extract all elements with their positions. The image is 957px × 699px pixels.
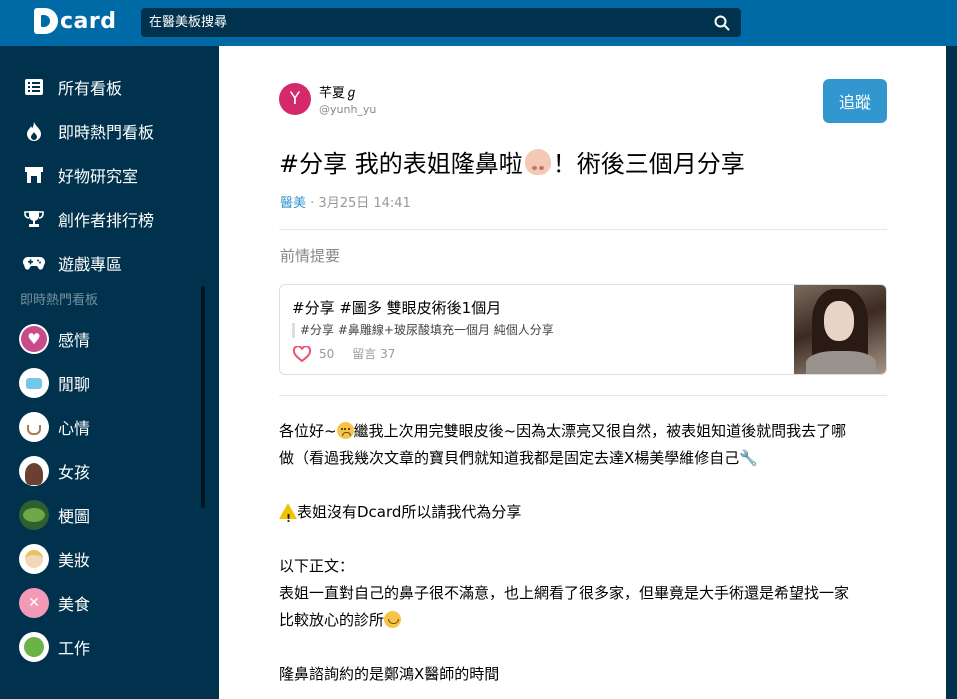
search-icon bbox=[714, 15, 730, 30]
nav-all-boards[interactable]: 所有看板 bbox=[0, 65, 219, 109]
page-background-strip bbox=[946, 46, 957, 699]
dcard-logo-mark bbox=[34, 8, 58, 34]
post-container: Y 芊夏ℊ @yunh_yu 追蹤 #分享 我的表姐隆鼻啦 ！術後三個月分享 醫… bbox=[219, 46, 946, 699]
board-label: 女孩 bbox=[58, 463, 91, 482]
warning-emoji-icon bbox=[279, 503, 297, 532]
author-info[interactable]: Y 芊夏ℊ @yunh_yu bbox=[279, 82, 376, 116]
linked-post-excerpt: #分享 #鼻雕線+玻尿酸填充一個月 純個人分享 bbox=[292, 323, 554, 338]
divider bbox=[279, 395, 887, 396]
author-handle: @yunh_yu bbox=[319, 103, 377, 116]
previous-post-label: 前情提要 bbox=[280, 247, 341, 265]
search-input[interactable] bbox=[141, 8, 703, 37]
body-line: 做（看過我幾次文章的寶貝們就知道我都是固定去達X楊美學維修自己🔧 bbox=[279, 445, 891, 472]
board-item[interactable]: 美妝 bbox=[0, 537, 219, 581]
board-label: 梗圖 bbox=[58, 507, 91, 526]
board-label: 感情 bbox=[58, 331, 91, 350]
sidebar-scrollbar[interactable] bbox=[201, 286, 205, 508]
board-item[interactable]: 工作 bbox=[0, 625, 219, 669]
post-body: 各位好~ 繼我上次用完雙眼皮後~因為太漂亮又很自然，被表姐知道後就問我去了哪 做（… bbox=[279, 418, 891, 688]
board-item[interactable]: 梗圖 bbox=[0, 493, 219, 537]
nav-games[interactable]: 遊戲專區 bbox=[0, 241, 219, 285]
nav-label: 所有看板 bbox=[58, 79, 123, 98]
board-item[interactable]: ✕ 美食 bbox=[0, 581, 219, 625]
board-avatar-icon: ✕ bbox=[19, 588, 49, 618]
body-line: 隆鼻諮詢約的是鄭鴻X醫師的時間 bbox=[279, 665, 500, 683]
body-line: 各位好~ 繼我上次用完雙眼皮後~因為太漂亮又很自然，被表姐知道後就問我去了哪 bbox=[279, 422, 847, 440]
comment-count: 留言 37 bbox=[352, 347, 396, 361]
board-label: 心情 bbox=[58, 419, 91, 438]
board-avatar-icon bbox=[19, 456, 49, 486]
board-item[interactable]: 女孩 bbox=[0, 449, 219, 493]
gamepad-icon bbox=[23, 252, 45, 274]
store-icon bbox=[23, 164, 45, 186]
nav-creator-ranking[interactable]: 創作者排行榜 bbox=[0, 197, 219, 241]
search-bar bbox=[141, 8, 741, 37]
nav-label: 遊戲專區 bbox=[58, 255, 123, 274]
follow-button[interactable]: 追蹤 bbox=[823, 79, 887, 123]
board-avatar-icon bbox=[19, 632, 49, 662]
body-line: 表姐一直對自己的鼻子很不滿意，也上網看了很多家，但畢竟是大手術還是希望找一家 bbox=[279, 584, 850, 602]
body-line: 以下正文： bbox=[279, 557, 355, 575]
linked-post-stats: 50 留言 37 bbox=[293, 345, 395, 362]
board-label: 工作 bbox=[58, 639, 91, 658]
wrench-emoji-icon: 🔧 bbox=[739, 449, 758, 467]
post-title-part1: #分享 我的表姐隆鼻啦 bbox=[279, 150, 523, 178]
forum-link[interactable]: 醫美 bbox=[280, 196, 306, 211]
board-label: 閒聊 bbox=[58, 375, 91, 394]
linked-post-title: #分享 #圖多 雙眼皮術後1個月 bbox=[292, 299, 502, 317]
board-item[interactable]: 心情 bbox=[0, 405, 219, 449]
author-name: 芊夏ℊ bbox=[319, 86, 359, 101]
linked-post-card[interactable]: #分享 #圖多 雙眼皮術後1個月 #分享 #鼻雕線+玻尿酸填充一個月 純個人分享… bbox=[279, 284, 887, 375]
dcard-logo[interactable]: card bbox=[34, 8, 116, 34]
sidebar: 所有看板 即時熱門看板 好物研究室 創作者排行榜 遊戲專區 即時熱門看板 ♥ 感… bbox=[0, 46, 219, 699]
nav-label: 創作者排行榜 bbox=[58, 211, 155, 230]
nav-label: 即時熱門看板 bbox=[58, 123, 155, 142]
board-avatar-icon bbox=[19, 500, 49, 530]
post-title-part2: ！術後三個月分享 bbox=[552, 150, 745, 178]
author-avatar: Y bbox=[279, 83, 311, 115]
board-label: 美妝 bbox=[58, 551, 91, 570]
post-title: #分享 我的表姐隆鼻啦 ！術後三個月分享 bbox=[279, 144, 745, 179]
post-meta: 醫美 · 3月25日 14:41 bbox=[280, 192, 411, 211]
fire-icon bbox=[23, 120, 45, 142]
nav-hot-boards[interactable]: 即時熱門看板 bbox=[0, 109, 219, 153]
sad-face-emoji-icon bbox=[336, 422, 354, 439]
top-bar: card bbox=[0, 0, 957, 46]
board-avatar-icon bbox=[19, 544, 49, 574]
nav-label: 好物研究室 bbox=[58, 167, 139, 186]
heart-icon bbox=[293, 345, 311, 362]
board-avatar-icon bbox=[19, 412, 49, 442]
search-button[interactable] bbox=[703, 8, 741, 37]
trophy-icon bbox=[23, 208, 45, 230]
hot-boards-section-title: 即時熱門看板 bbox=[20, 293, 99, 308]
linked-post-thumbnail bbox=[794, 285, 886, 374]
nav-goods-lab[interactable]: 好物研究室 bbox=[0, 153, 219, 197]
body-line: 表姐沒有Dcard所以請我代為分享 bbox=[279, 499, 891, 532]
board-avatar-icon: ♥ bbox=[19, 324, 49, 354]
board-label: 美食 bbox=[58, 595, 91, 614]
list-icon bbox=[23, 76, 45, 98]
divider bbox=[279, 229, 887, 230]
smile-emoji-icon bbox=[384, 611, 402, 628]
post-date: 3月25日 14:41 bbox=[318, 196, 411, 211]
board-item[interactable]: 閒聊 bbox=[0, 361, 219, 405]
like-count: 50 bbox=[319, 346, 335, 361]
nose-emoji-icon bbox=[524, 148, 551, 175]
logo-text: card bbox=[60, 8, 117, 34]
board-item[interactable]: ♥ 感情 bbox=[0, 317, 219, 361]
board-avatar-icon bbox=[19, 368, 49, 398]
body-line: 比較放心的診所 bbox=[279, 607, 891, 634]
